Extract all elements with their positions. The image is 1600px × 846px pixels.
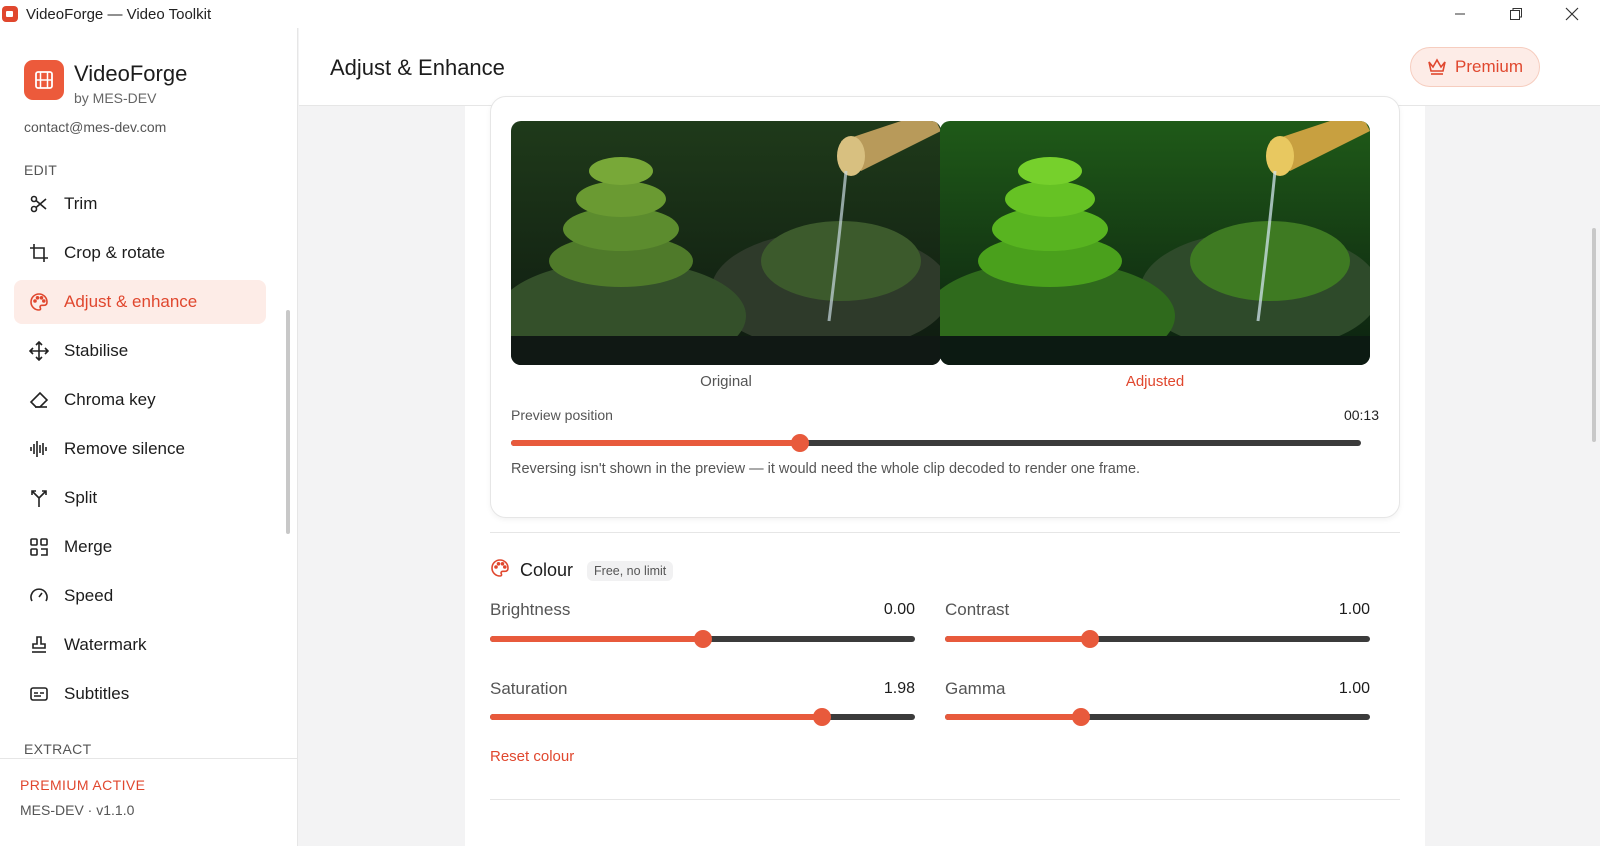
header: Adjust & Enhance Premium — [299, 28, 1600, 106]
restore-icon — [1510, 8, 1522, 20]
contact-email[interactable]: contact@mes-dev.com — [24, 119, 166, 135]
brand-byline: by MES-DEV — [74, 90, 157, 106]
sidebar-item-label: Crop & rotate — [64, 243, 166, 262]
original-caption: Original — [700, 373, 752, 390]
adjusted-caption: Adjusted — [1125, 373, 1185, 390]
version-label: MES-DEV · v1.1.0 — [20, 802, 135, 818]
page-title: Adjust & Enhance — [330, 55, 505, 80]
section-divider — [490, 532, 1400, 533]
brand-name: VideoForge — [74, 61, 188, 86]
brand: VideoForge by MES-DEV — [24, 60, 187, 106]
split-icon — [28, 487, 50, 509]
sidebar-item-subtitles[interactable]: Subtitles — [14, 672, 266, 716]
gamma-value: 1.00 — [1338, 680, 1370, 697]
main-scrollbar[interactable] — [1592, 228, 1596, 442]
sidebar-item-label: Stabilise — [64, 341, 129, 360]
colour-section-header: Colour Free, no limit — [490, 558, 674, 583]
sidebar-scrollbar[interactable] — [286, 310, 290, 534]
slider-thumb[interactable] — [1080, 630, 1099, 648]
gauge-icon — [28, 585, 50, 607]
eraser-icon — [28, 389, 50, 411]
sidebar-item-label: Adjust & enhance — [64, 292, 198, 311]
restore-button[interactable] — [1488, 0, 1544, 28]
move-icon — [28, 340, 50, 362]
section-extract-label: EXTRACT — [24, 741, 92, 757]
contrast-value: 1.00 — [1338, 601, 1370, 618]
preview-card: Original Adjusted Preview position 00:13… — [490, 96, 1400, 518]
saturation-slider[interactable] — [490, 708, 915, 726]
app-icon — [2, 6, 18, 22]
sidebar-item-chroma-key[interactable]: Chroma key — [14, 378, 266, 422]
sidebar-item-label: Trim — [64, 194, 98, 213]
title-bar: VideoForge — Video Toolkit — [0, 0, 1600, 28]
close-window-button[interactable] — [1544, 0, 1600, 28]
sidebar-item-watermark[interactable]: Watermark — [14, 623, 266, 667]
close-icon — [1565, 7, 1579, 21]
sidebar-item-split[interactable]: Split — [14, 476, 266, 520]
section-divider — [490, 799, 1400, 800]
premium-button[interactable]: Premium — [1410, 47, 1540, 87]
saturation-value: 1.98 — [883, 680, 915, 697]
sidebar-item-stabilise[interactable]: Stabilise — [14, 329, 266, 373]
gamma-label: Gamma — [945, 679, 1006, 698]
free-badge: Free, no limit — [587, 560, 674, 581]
captions-icon — [28, 683, 50, 705]
sidebar-item-label: Remove silence — [64, 439, 185, 458]
sidebar-item-speed[interactable]: Speed — [14, 574, 266, 618]
merge-icon — [28, 536, 50, 558]
slider-thumb[interactable] — [1072, 708, 1090, 726]
sidebar-item-crop-rotate[interactable]: Crop & rotate — [14, 231, 266, 275]
stamp-icon — [28, 634, 50, 656]
sidebar-footer: PREMIUM ACTIVE MES-DEV · v1.1.0 — [0, 758, 297, 846]
audio-wave-icon — [28, 438, 50, 460]
sidebar-item-merge[interactable]: Merge — [14, 525, 266, 569]
crown-icon — [1427, 58, 1447, 76]
window-title: VideoForge — Video Toolkit — [26, 5, 212, 23]
sidebar-item-trim[interactable]: Trim — [14, 182, 266, 226]
slider-thumb[interactable] — [693, 630, 712, 648]
premium-button-label: Premium — [1454, 57, 1523, 76]
section-edit-label: EDIT — [24, 162, 58, 178]
preview-position-slider[interactable] — [511, 434, 1361, 452]
palette-icon — [490, 558, 510, 583]
sidebar-item-remove-silence[interactable]: Remove silence — [14, 427, 266, 471]
sidebar-item-label: Split — [64, 488, 98, 507]
brightness-label: Brightness — [490, 600, 571, 619]
crop-icon — [28, 242, 50, 264]
gamma-slider[interactable] — [945, 708, 1370, 726]
sidebar: VideoForge by MES-DEV contact@mes-dev.co… — [0, 28, 298, 846]
sidebar-item-label: Watermark — [64, 635, 147, 654]
film-logo-icon — [24, 60, 64, 100]
preview-note: Reversing isn't shown in the preview — i… — [511, 461, 1141, 477]
sidebar-item-adjust-enhance[interactable]: Adjust & enhance — [14, 280, 266, 324]
premium-status: PREMIUM ACTIVE — [20, 777, 146, 793]
preview-position-time: 00:13 — [1343, 407, 1379, 423]
reset-colour-link[interactable]: Reset colour — [490, 748, 574, 765]
sidebar-item-label: Subtitles — [64, 684, 130, 703]
adjusted-preview-image — [940, 121, 1370, 365]
sidebar-item-label: Chroma key — [64, 390, 156, 409]
brightness-slider[interactable] — [490, 630, 915, 648]
slider-thumb[interactable] — [791, 434, 809, 452]
original-preview-image — [511, 121, 941, 365]
sidebar-item-label: Merge — [64, 537, 113, 556]
saturation-label: Saturation — [490, 679, 568, 698]
preview-position-label: Preview position — [511, 407, 613, 423]
sidebar-item-label: Speed — [64, 586, 114, 605]
minimize-button[interactable] — [1432, 0, 1488, 28]
contrast-label: Contrast — [945, 600, 1010, 619]
colour-title: Colour — [520, 560, 574, 580]
scissors-icon — [28, 193, 50, 215]
slider-thumb[interactable] — [812, 708, 831, 726]
sidebar-nav: Trim Crop & rotate Adjust & enhance Stab… — [14, 182, 266, 721]
palette-icon — [28, 291, 50, 313]
minimize-icon — [1455, 13, 1465, 15]
brightness-value: 0.00 — [883, 601, 915, 618]
main-content: Original Adjusted Preview position 00:13… — [465, 96, 1425, 846]
contrast-slider[interactable] — [945, 630, 1370, 648]
